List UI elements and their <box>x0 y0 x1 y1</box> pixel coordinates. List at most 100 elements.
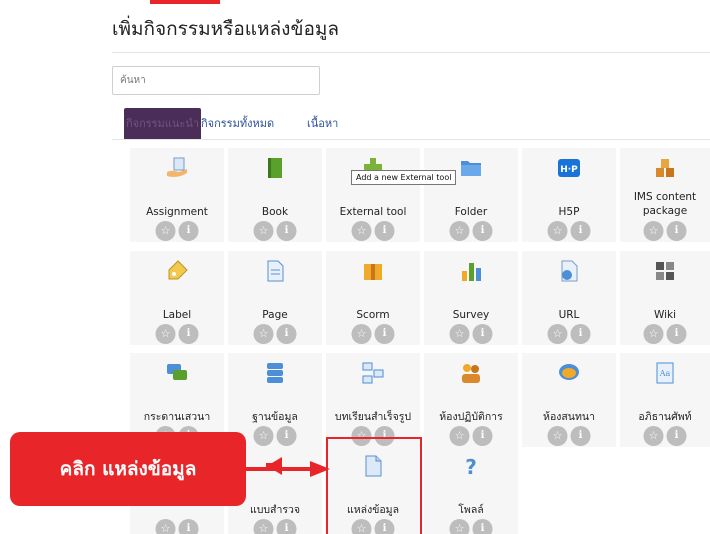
activity-name: Wiki <box>653 309 677 321</box>
activity-name: ฐานข้อมูล <box>252 411 298 423</box>
star-icon[interactable]: ☆ <box>547 324 568 344</box>
activity-name: ห้องปฏิบัติการ <box>439 411 503 423</box>
activity-tile[interactable]: ฐานข้อมูล ☆ i <box>228 353 322 447</box>
activity-tile[interactable]: Folder ☆ i <box>424 148 518 242</box>
activity-tile[interactable]: Label ☆ i <box>130 251 224 345</box>
activity-name: Label <box>162 309 192 321</box>
workshop-people-icon <box>459 361 483 385</box>
star-icon[interactable]: ☆ <box>155 519 176 534</box>
star-icon[interactable]: ☆ <box>547 426 568 446</box>
activity-name: บทเรียนสำเร็จรูป <box>334 411 412 423</box>
star-icon[interactable]: ☆ <box>351 324 372 344</box>
activity-tile[interactable]: Assignment ☆ i <box>130 148 224 242</box>
activity-tile[interactable]: URL ☆ i <box>522 251 616 345</box>
info-icon[interactable]: i <box>570 221 591 241</box>
activity-tile[interactable]: Wiki ☆ i <box>620 251 710 345</box>
activity-tile[interactable]: ห้องสนทนา ☆ i <box>522 353 616 447</box>
activity-tile[interactable]: External tool ☆ i <box>326 148 420 242</box>
star-icon[interactable]: ☆ <box>643 426 664 446</box>
tile-buttons: ☆i <box>351 324 395 344</box>
star-icon[interactable]: ☆ <box>253 426 274 446</box>
wiki-icon <box>653 259 677 283</box>
star-icon[interactable]: ☆ <box>643 221 664 241</box>
info-icon[interactable]: i <box>472 221 493 241</box>
scorm-box-icon <box>361 259 385 283</box>
tile-buttons: ☆i <box>253 324 297 344</box>
star-icon[interactable]: ☆ <box>253 519 274 534</box>
star-icon[interactable]: ☆ <box>449 324 470 344</box>
tile-buttons: ☆i <box>547 221 591 241</box>
activity-tile[interactable]: Book ☆ i <box>228 148 322 242</box>
info-icon[interactable]: i <box>472 324 493 344</box>
activity-tile[interactable]: บทเรียนสำเร็จรูป ☆ i <box>326 353 420 447</box>
activity-tile[interactable]: H·P H5P ☆ i <box>522 148 616 242</box>
info-icon[interactable]: i <box>472 426 493 446</box>
activity-tile[interactable]: ? โพลล์ ☆ i <box>424 446 518 534</box>
info-icon[interactable]: i <box>570 324 591 344</box>
database-icon <box>263 361 287 385</box>
tab-resources[interactable]: เนื้อหา <box>307 108 338 139</box>
star-icon[interactable]: ☆ <box>351 221 372 241</box>
tab-recommended[interactable]: กิจกรรมแนะนำ <box>124 108 201 139</box>
info-icon[interactable]: i <box>472 519 493 534</box>
assignment-icon <box>165 156 189 180</box>
tile-buttons: ☆i <box>547 426 591 446</box>
activity-name: URL <box>558 309 580 321</box>
info-icon[interactable]: i <box>276 519 297 534</box>
choice-question-icon: ? <box>459 454 483 479</box>
activity-name: Scorm <box>356 309 390 321</box>
title-divider <box>112 52 710 53</box>
info-icon[interactable]: i <box>666 324 687 344</box>
tile-buttons: ☆i <box>253 221 297 241</box>
tile-buttons: ☆i <box>155 324 199 344</box>
callout-arrow-icon <box>240 461 330 477</box>
info-icon[interactable]: i <box>666 221 687 241</box>
activity-tile[interactable]: ห้องปฏิบัติการ ☆ i <box>424 353 518 447</box>
svg-text:?: ? <box>465 455 477 478</box>
lesson-flow-icon <box>361 361 385 385</box>
star-icon[interactable]: ☆ <box>155 221 176 241</box>
tab-all-activities[interactable]: กิจกรรมทั้งหมด <box>201 108 274 139</box>
activity-name: โพลล์ <box>458 504 484 516</box>
activity-name: External tool <box>339 206 407 218</box>
star-icon[interactable]: ☆ <box>253 221 274 241</box>
info-icon[interactable]: i <box>178 519 199 534</box>
activity-name: ห้องสนทนา <box>543 411 595 423</box>
chat-bubble-icon <box>557 361 581 385</box>
star-icon[interactable]: ☆ <box>547 221 568 241</box>
activity-tile[interactable]: Scorm ☆ i <box>326 251 420 345</box>
info-icon[interactable]: i <box>374 221 395 241</box>
star-icon[interactable]: ☆ <box>449 519 470 534</box>
activity-name: Book <box>261 206 289 218</box>
star-icon[interactable]: ☆ <box>155 324 176 344</box>
activity-tile[interactable]: Page ☆ i <box>228 251 322 345</box>
activity-tile[interactable]: Survey ☆ i <box>424 251 518 345</box>
url-globe-icon <box>557 259 581 283</box>
activity-name: แบบสำรวจ <box>249 504 301 516</box>
activity-name: Survey <box>452 309 490 321</box>
info-icon[interactable]: i <box>666 426 687 446</box>
search-input[interactable] <box>112 66 320 95</box>
activity-name: กระดานเสวนา <box>143 411 211 423</box>
info-icon[interactable]: i <box>178 221 199 241</box>
glossary-icon: Aa <box>653 361 677 385</box>
star-icon[interactable]: ☆ <box>449 426 470 446</box>
callout-label: คลิก แหล่งข้อมูล <box>10 432 246 506</box>
info-icon[interactable]: i <box>178 324 199 344</box>
info-icon[interactable]: i <box>570 426 591 446</box>
info-icon[interactable]: i <box>276 426 297 446</box>
label-tag-icon <box>165 259 189 283</box>
book-icon <box>263 156 287 180</box>
tile-buttons: ☆i <box>351 221 395 241</box>
activity-tile[interactable]: Aa อภิธานศัพท์ ☆ i <box>620 353 710 447</box>
star-icon[interactable]: ☆ <box>449 221 470 241</box>
info-icon[interactable]: i <box>276 221 297 241</box>
info-icon[interactable]: i <box>276 324 297 344</box>
tile-buttons: ☆i <box>449 324 493 344</box>
tile-buttons: ☆i <box>643 324 687 344</box>
ims-package-icon <box>653 156 677 180</box>
star-icon[interactable]: ☆ <box>643 324 664 344</box>
activity-tile[interactable]: IMS content package ☆ i <box>620 148 710 242</box>
star-icon[interactable]: ☆ <box>253 324 274 344</box>
info-icon[interactable]: i <box>374 324 395 344</box>
